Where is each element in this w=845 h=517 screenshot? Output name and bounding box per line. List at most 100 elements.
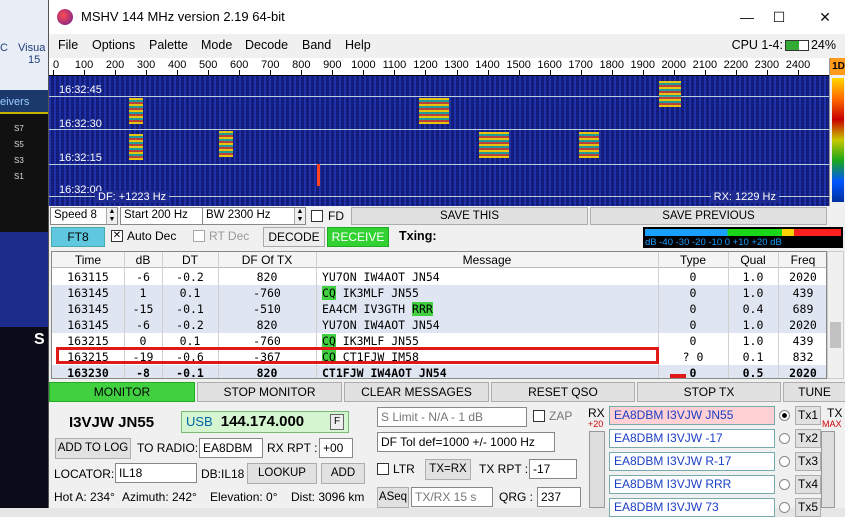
cq-tag: CQ — [322, 334, 336, 348]
cell-time: 163215 — [67, 334, 109, 348]
tx-marker — [670, 374, 686, 378]
txrx-period-spinbox[interactable]: TX/RX 15 s — [411, 487, 493, 507]
add-to-log-button[interactable]: ADD TO LOG — [55, 438, 131, 459]
header-time[interactable]: Time — [52, 253, 124, 267]
f-button[interactable]: F — [330, 414, 344, 430]
tx-rx-button[interactable]: TX=RX — [425, 459, 471, 480]
minimize-button[interactable]: — — [732, 6, 762, 28]
maximize-button[interactable]: ☐ — [764, 6, 794, 28]
spin-arrows-icon[interactable]: ▲▼ — [106, 208, 117, 224]
save-previous-button[interactable]: SAVE PREVIOUS — [590, 207, 827, 225]
level-scale: dB -40 -30 -20 -10 0 +10 +20 dB — [645, 237, 782, 248]
tx-macro-button[interactable]: Tx1 — [795, 406, 821, 425]
cell-df: -510 — [253, 302, 281, 316]
message-text: YU7ON IW4AOT JN54 — [322, 318, 440, 332]
macro-field[interactable]: EA8DBM I3VJW JN55 — [609, 406, 775, 425]
palette-slider[interactable] — [832, 78, 844, 202]
menu-decode[interactable]: Decode — [245, 38, 288, 52]
table-scrollbar[interactable] — [827, 251, 844, 379]
ruler-tick — [332, 70, 334, 75]
scrollbar-thumb[interactable] — [830, 322, 841, 348]
header-df[interactable]: DF Of TX — [218, 253, 316, 267]
macro-radio[interactable] — [779, 456, 790, 467]
s-limit-spinbox[interactable]: S Limit - N/A - 1 dB — [377, 407, 527, 427]
selection-highlight — [56, 347, 659, 364]
aseq-button[interactable]: ASeq — [377, 487, 409, 508]
lookup-button[interactable]: LOOKUP — [247, 463, 317, 484]
macro-radio[interactable] — [779, 433, 790, 444]
table-row[interactable]: 163145 1 0.1 -760 0 1.0 439 CQ IK3MLF JN55 — [52, 285, 826, 301]
macro-radio[interactable] — [779, 479, 790, 490]
add-button[interactable]: ADD — [321, 463, 365, 484]
tune-button[interactable]: TUNE — [783, 382, 845, 402]
macro-radio[interactable] — [779, 410, 790, 421]
db-locator: DB:IL18 — [201, 467, 245, 481]
qrg-label: QRG : — [499, 490, 534, 504]
clear-messages-button[interactable]: CLEAR MESSAGES — [344, 382, 489, 402]
cpu-value: 24% — [810, 38, 836, 52]
ltr-checkbox[interactable] — [377, 463, 389, 475]
header-type[interactable]: Type — [658, 253, 728, 267]
menu-palette[interactable]: Palette — [149, 38, 188, 52]
tx-macro-button[interactable]: Tx2 — [795, 429, 821, 448]
menu-file[interactable]: File — [58, 38, 78, 52]
cell-message: YU7ON IW4AOT JN54 — [322, 270, 658, 284]
bandwidth-spinbox[interactable]: BW 2300 Hz ▲ ▼ — [202, 207, 306, 225]
table-row[interactable]: 163115 -6 -0.2 820 0 1.0 2020 YU7ON IW4AOT JN54 — [52, 269, 826, 285]
menu-band[interactable]: Band — [302, 38, 331, 52]
tx-level-slider[interactable] — [821, 431, 835, 508]
table-row[interactable]: 163145 -6 -0.2 820 0 1.0 2020 YU7ON IW4AOT JN54 — [52, 317, 826, 333]
locator-field[interactable]: IL18 — [115, 463, 197, 483]
tx-macro-button[interactable]: Tx4 — [795, 475, 821, 494]
cell-message: CQ IK3MLF JN55 — [322, 334, 658, 348]
macro-field[interactable]: EA8DBM I3VJW R-17 — [609, 452, 775, 471]
menu-mode[interactable]: Mode — [201, 38, 232, 52]
mode-button[interactable]: FT8 — [51, 227, 105, 247]
header-dt[interactable]: DT — [162, 253, 218, 267]
spin-arrows-icon[interactable]: ▲▼ — [294, 208, 305, 224]
tx-rpt-field[interactable]: -17 — [529, 459, 577, 479]
one-d-button[interactable]: 1D — [830, 58, 845, 75]
cell-type: 0 — [689, 302, 697, 316]
macro-field[interactable]: EA8DBM I3VJW -17 — [609, 429, 775, 448]
speed-spinbox[interactable]: Speed 8 ▲ ▼ — [50, 207, 118, 225]
auto-dec-checkbox[interactable]: ✕ — [111, 230, 123, 242]
ruler-tick — [177, 70, 179, 75]
save-this-button[interactable]: SAVE THIS — [351, 207, 588, 225]
cell-message: YU7ON IW4AOT JN54 — [322, 318, 658, 332]
header-qual[interactable]: Qual — [728, 253, 778, 267]
frequency-ruler[interactable]: 0 100 200 300 400 500 600 700 800 900 1000 1100 1200… — [49, 58, 829, 76]
fd-checkbox[interactable] — [311, 210, 323, 222]
cell-dt: 0.1 — [179, 286, 201, 300]
signal-trace — [479, 132, 509, 158]
table-row[interactable]: 163230 -8 -0.1 820 0 0.5 2020 CT1FJW IW4AOT JN5… — [52, 365, 826, 378]
background-label: C — [0, 42, 8, 54]
close-button[interactable]: ✕ — [810, 6, 840, 28]
cell-qual: 1.0 — [742, 286, 764, 300]
macro-field[interactable]: EA8DBM I3VJW RRR — [609, 475, 775, 494]
menu-help[interactable]: Help — [345, 38, 371, 52]
df-tol-spinbox[interactable]: DF Tol def=1000 +/- 1000 Hz — [377, 432, 555, 452]
menu-options[interactable]: Options — [92, 38, 135, 52]
qrg-field[interactable]: 237 — [537, 487, 581, 507]
monitor-button[interactable]: MONITOR — [49, 382, 195, 402]
to-radio-label: TO RADIO: — [137, 441, 199, 455]
stop-monitor-button[interactable]: STOP MONITOR — [197, 382, 342, 402]
rx-rpt-field[interactable]: +00 — [319, 438, 353, 458]
to-radio-field[interactable]: EA8DBM — [199, 438, 263, 458]
header-db[interactable]: dB — [124, 253, 162, 267]
cell-dt: -0.2 — [176, 270, 204, 284]
stop-tx-button[interactable]: STOP TX — [637, 382, 781, 402]
reset-qso-button[interactable]: RESET QSO — [491, 382, 635, 402]
decode-button[interactable]: DECODE — [263, 227, 325, 247]
rx-level-slider[interactable] — [589, 431, 605, 508]
header-message[interactable]: Message — [316, 253, 658, 267]
waterfall-display[interactable]: 16:32:45 16:32:30 16:32:15 16:32:00 DF: … — [49, 76, 829, 206]
rt-dec-checkbox[interactable] — [193, 230, 205, 242]
table-row[interactable]: 163145 -15 -0.1 -510 0 0.4 689 EA4CM IV3GTH RRR — [52, 301, 826, 317]
tx-macro-button[interactable]: Tx3 — [795, 452, 821, 471]
waterfall-controls: Speed 8 ▲▼ Start 200 Hz ▲▼ BW 2300 Hz ▲▼ FD… — [49, 207, 845, 225]
window-title: MSHV 144 MHz version 2.19 64-bit — [81, 9, 285, 24]
zap-checkbox[interactable] — [533, 410, 545, 422]
header-freq[interactable]: Freq — [778, 253, 826, 267]
